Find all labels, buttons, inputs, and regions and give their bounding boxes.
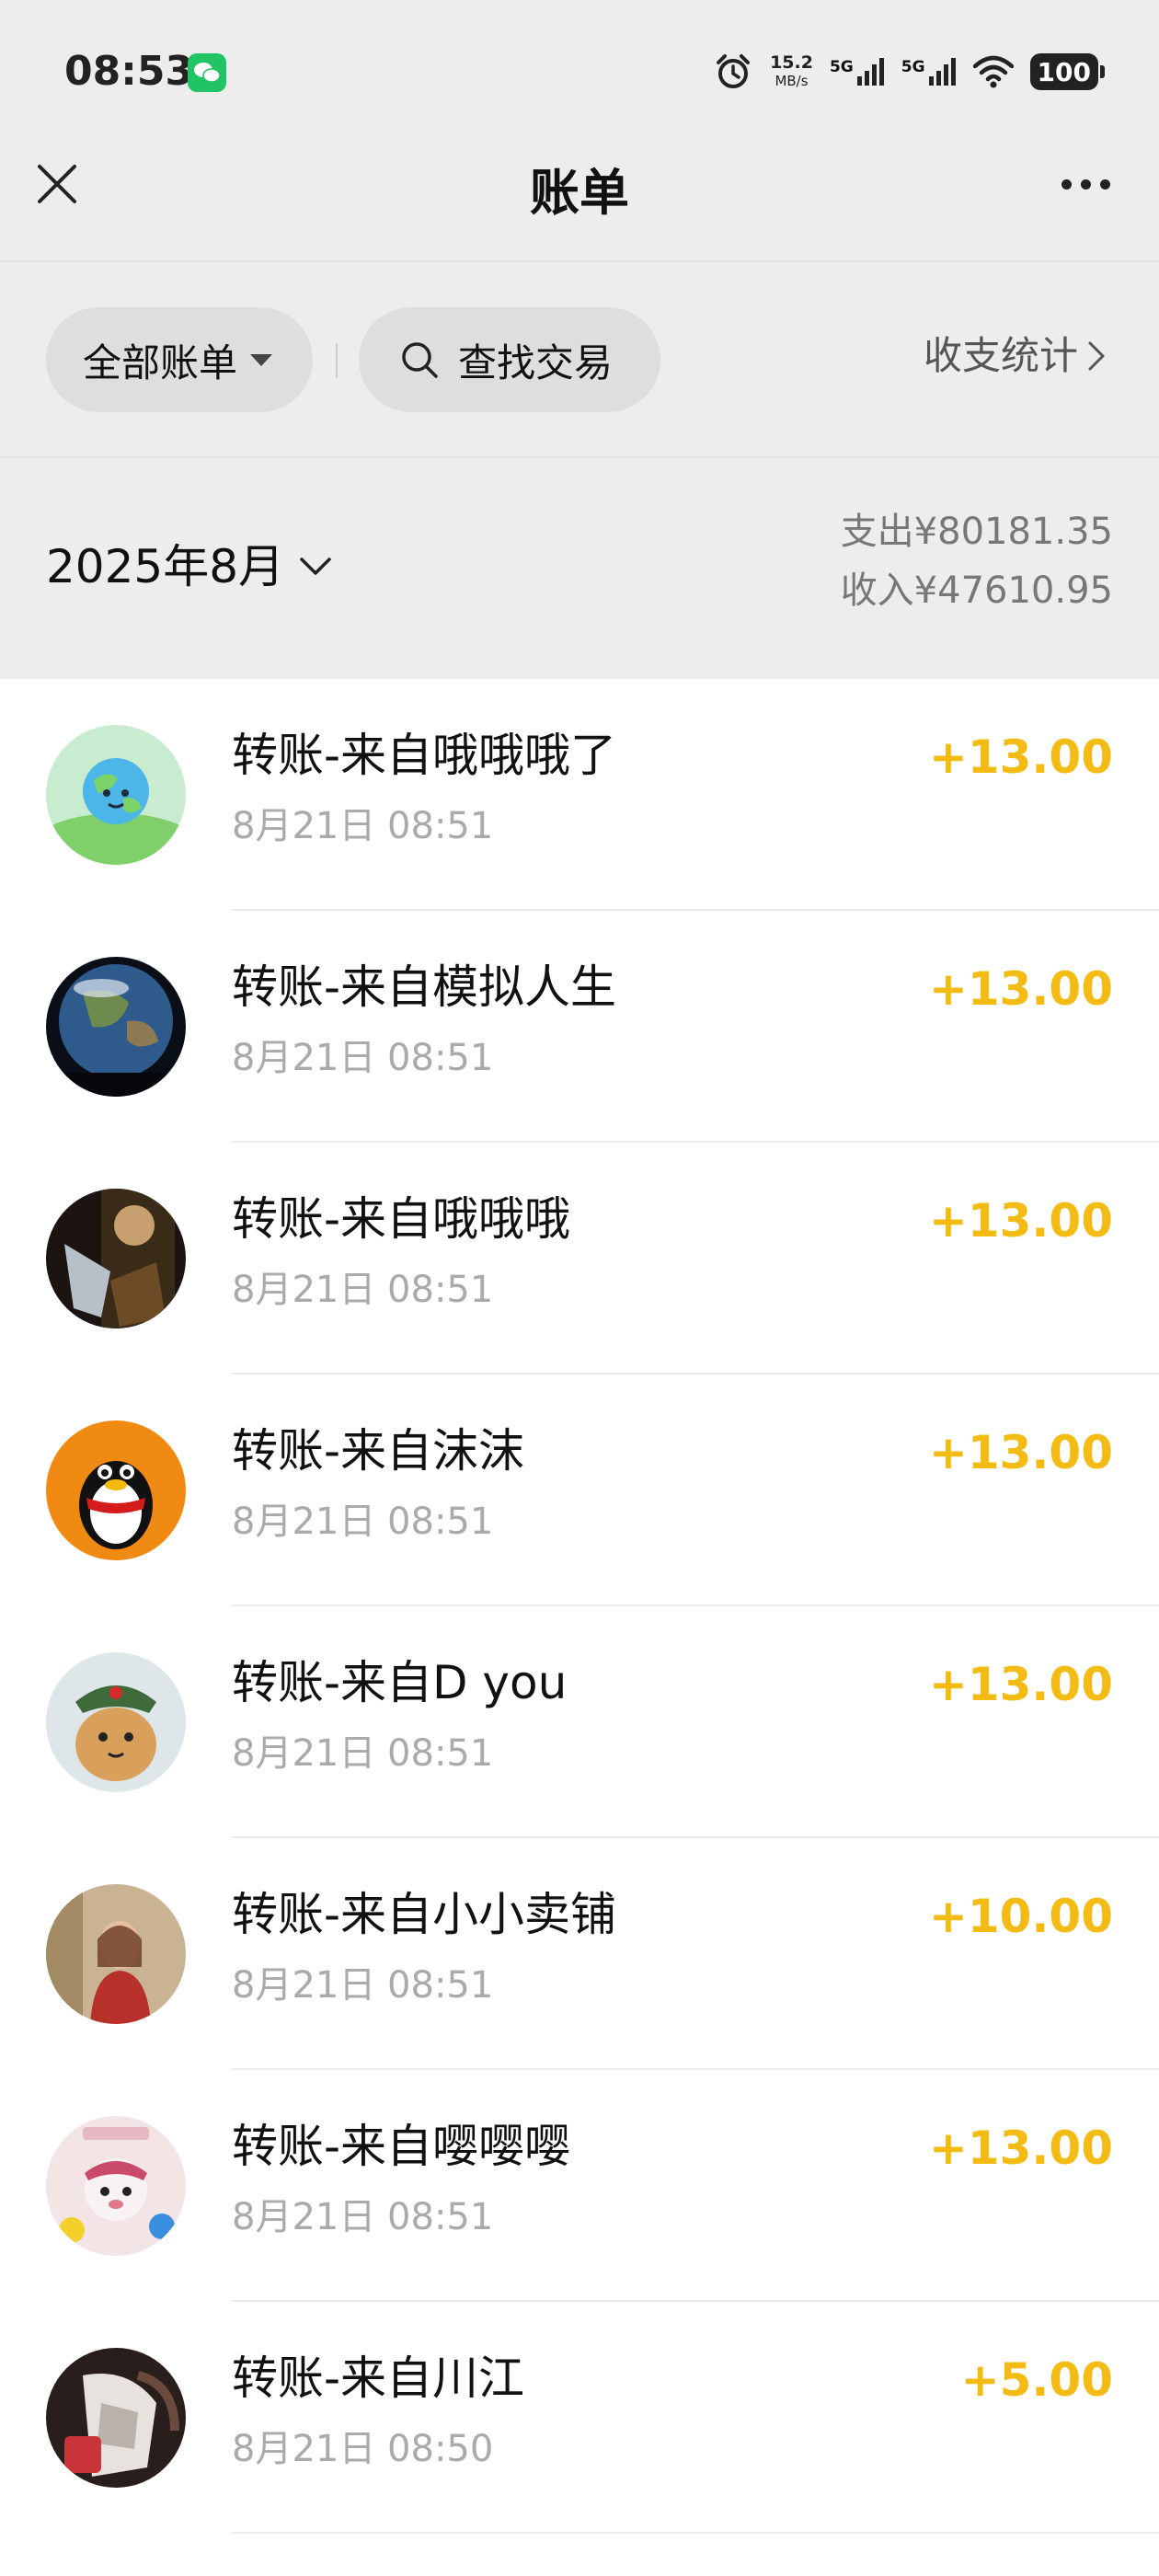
month-summary-section: 2025年8月 支出¥80181.35 收入¥47610.95 [0,458,1159,679]
avatar [46,1884,186,2024]
transaction-amount: +13.00 [928,962,1113,1016]
transaction-amount: +10.00 [928,1890,1113,1943]
transaction-row[interactable]: 转账-来自川江 8月21日 08:50 +5.00 [0,2302,1159,2534]
more-button[interactable] [1039,155,1131,213]
transaction-amount: +13.00 [928,1194,1113,1248]
transaction-title: 转账-来自哦哦哦 [232,1192,571,1246]
page-title: 账单 [530,164,629,222]
status-time: 08:53 [64,48,194,95]
sim2-network-type: 5G [901,58,925,76]
avatar [46,2116,186,2256]
transaction-title: 转账-来自小小卖铺 [232,1888,617,1941]
close-button[interactable] [28,155,86,213]
transaction-amount: +13.00 [928,730,1113,784]
transaction-list: 转账-来自哦哦哦了 8月21日 08:51 +13.00 转账-来自模拟人生 8… [0,679,1159,2534]
avatar [46,725,186,865]
filter-divider [336,343,338,378]
transaction-row[interactable]: 转账-来自哦哦哦了 8月21日 08:51 +13.00 [0,679,1159,911]
alarm-icon [717,54,751,88]
row-divider [232,2532,1159,2534]
more-icon-dot [1080,178,1091,190]
header-area: 08:53 15.2 MB/s 5G 5G 100 账单 [0,0,1159,260]
network-speed-unit: MB/s [775,73,809,89]
signal-sim2-icon: 5G [901,58,957,86]
transaction-time: 8月21日 08:50 [232,2428,494,2470]
battery-icon: 100 [1029,53,1106,90]
all-bills-dropdown[interactable]: 全部账单 [46,307,313,412]
transaction-amount: +13.00 [928,1426,1113,1479]
transaction-time: 8月21日 08:51 [232,1269,494,1311]
wifi-icon [972,55,1014,88]
transaction-title: 转账-来自哦哦哦了 [232,729,617,782]
month-label: 2025年8月 [46,540,285,593]
wechat-icon [188,53,226,92]
expense-total: 支出¥80181.35 [840,511,1113,553]
chevron-down-icon [300,558,331,575]
avatar [46,2348,186,2488]
signal-sim1-icon: 5G [830,58,885,86]
income-total: 收入¥47610.95 [840,569,1113,612]
more-icon-dot [1099,178,1110,190]
sim1-network-type: 5G [829,58,854,76]
network-speed: 15.2 MB/s [770,53,813,90]
transaction-title: 转账-来自D you [232,1656,568,1709]
transaction-row[interactable]: 转账-来自嘤嘤嘤 8月21日 08:51 +13.00 [0,2070,1159,2302]
transaction-amount: +13.00 [928,1658,1113,1711]
transaction-title: 转账-来自嘤嘤嘤 [232,2120,571,2173]
transaction-title: 转账-来自沫沫 [232,1424,525,1478]
transaction-row[interactable]: 转账-来自小小卖铺 8月21日 08:51 +10.00 [0,1838,1159,2070]
search-icon [399,339,440,380]
avatar [46,1652,186,1792]
network-speed-value: 15.2 [770,52,813,73]
transaction-time: 8月21日 08:51 [232,1732,494,1775]
search-transactions-button[interactable]: 查找交易 [359,307,660,412]
transaction-row[interactable]: 转账-来自模拟人生 8月21日 08:51 +13.00 [0,911,1159,1143]
avatar [46,1189,186,1328]
avatar [46,957,186,1097]
transaction-row[interactable]: 转账-来自D you 8月21日 08:51 +13.00 [0,1606,1159,1838]
caret-down-icon [250,353,273,366]
transaction-row[interactable]: 转账-来自哦哦哦 8月21日 08:51 +13.00 [0,1143,1159,1374]
transaction-amount: +13.00 [928,2122,1113,2175]
transaction-time: 8月21日 08:51 [232,1964,494,2007]
transaction-time: 8月21日 08:51 [232,1501,494,1543]
all-bills-label: 全部账单 [83,339,238,385]
search-label: 查找交易 [458,339,614,385]
status-indicators: 15.2 MB/s 5G 5G 100 [713,46,1106,98]
transaction-title: 转账-来自川江 [232,2352,525,2405]
stats-label: 收支统计 [923,333,1078,378]
transaction-time: 8月21日 08:51 [232,1037,494,1079]
avatar [46,1420,186,1560]
transaction-title: 转账-来自模拟人生 [232,960,617,1014]
close-icon [38,165,76,203]
income-expense-stats-link[interactable]: 收支统计 [924,328,1106,384]
chevron-right-icon [1088,341,1105,371]
transaction-row[interactable]: 转账-来自沫沫 8月21日 08:51 +13.00 [0,1374,1159,1606]
more-icon [1061,178,1072,190]
transaction-time: 8月21日 08:51 [232,805,494,847]
transaction-time: 8月21日 08:51 [232,2196,494,2238]
month-totals: 支出¥80181.35 收入¥47610.95 [841,502,1113,620]
month-selector[interactable]: 2025年8月 [46,539,332,594]
filter-bar: 全部账单 查找交易 收支统计 [0,260,1159,458]
transaction-amount: +5.00 [960,2353,1113,2407]
